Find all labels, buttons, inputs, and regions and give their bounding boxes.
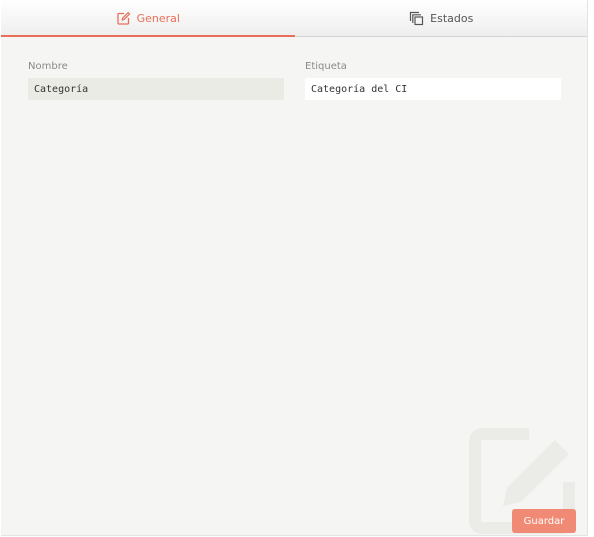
- tab-general[interactable]: General: [1, 0, 295, 37]
- save-button[interactable]: Guardar: [512, 509, 576, 533]
- etiqueta-label: Etiqueta: [305, 61, 347, 72]
- etiqueta-field[interactable]: [305, 78, 561, 100]
- tab-estados[interactable]: Estados: [295, 0, 588, 36]
- tab-bar: General Estados: [1, 0, 588, 37]
- tab-estados-label: Estados: [430, 11, 474, 25]
- copy-icon: [409, 11, 424, 26]
- nombre-label: Nombre: [28, 61, 68, 72]
- tab-general-label: General: [136, 11, 180, 25]
- edit-icon: [116, 11, 131, 26]
- nombre-field[interactable]: [28, 78, 284, 100]
- edit-panel: General Estados Nombre Etiqueta Guardar: [1, 0, 588, 536]
